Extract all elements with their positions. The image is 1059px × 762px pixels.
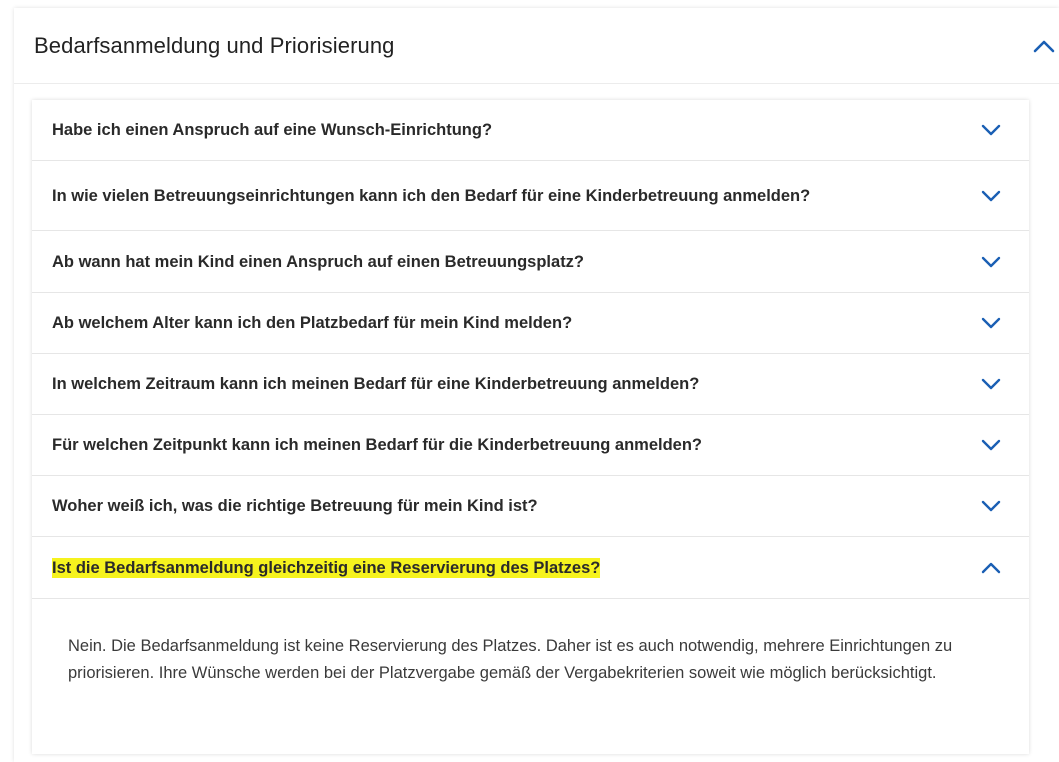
faq-item-alter[interactable]: Ab welchem Alter kann ich den Platzbedar… — [32, 293, 1029, 354]
chevron-down-icon[interactable] — [979, 250, 1003, 274]
faq-item-anzahl-einrichtungen[interactable]: In wie vielen Betreuungseinrichtungen ka… — [32, 161, 1029, 231]
chevron-down-icon[interactable] — [979, 311, 1003, 335]
faq-answer: Nein. Die Bedarfsanmeldung ist keine Res… — [68, 637, 953, 682]
faq-question: Für welchen Zeitpunkt kann ich meinen Be… — [52, 436, 703, 454]
faq-item-wunsch-einrichtung[interactable]: Habe ich einen Anspruch auf eine Wunsch-… — [32, 100, 1029, 161]
faq-page: Bedarfsanmeldung und Priorisierung Habe … — [0, 0, 1059, 762]
faq-item-zeitraum[interactable]: In welchem Zeitraum kann ich meinen Beda… — [32, 354, 1029, 415]
faq-question: In welchem Zeitraum kann ich meinen Beda… — [52, 375, 700, 393]
faq-question: Habe ich einen Anspruch auf eine Wunsch-… — [52, 121, 493, 139]
chevron-down-icon[interactable] — [979, 372, 1003, 396]
faq-question: In wie vielen Betreuungseinrichtungen ka… — [52, 186, 811, 205]
chevron-down-icon[interactable] — [979, 118, 1003, 142]
faq-item-anspruch-betreuungsplatz[interactable]: Ab wann hat mein Kind einen Anspruch auf… — [32, 231, 1029, 293]
faq-question: Ist die Bedarfsanmeldung gleichzeitig ei… — [52, 557, 601, 578]
chevron-down-icon[interactable] — [979, 433, 1003, 457]
faq-item-zeitpunkt[interactable]: Für welchen Zeitpunkt kann ich meinen Be… — [32, 415, 1029, 476]
section-title: Bedarfsanmeldung und Priorisierung — [34, 32, 395, 58]
faq-question: Ab wann hat mein Kind einen Anspruch auf… — [52, 252, 585, 271]
chevron-up-icon[interactable] — [1029, 31, 1059, 61]
chevron-down-icon[interactable] — [979, 494, 1003, 518]
chevron-up-icon[interactable] — [979, 556, 1003, 580]
faq-item-reservierung[interactable]: Ist die Bedarfsanmeldung gleichzeitig ei… — [32, 537, 1029, 599]
section-header[interactable]: Bedarfsanmeldung und Priorisierung — [14, 8, 1059, 84]
chevron-down-icon[interactable] — [979, 184, 1003, 208]
faq-question: Ab welchem Alter kann ich den Platzbedar… — [52, 314, 573, 332]
faq-list: Habe ich einen Anspruch auf eine Wunsch-… — [32, 100, 1029, 754]
faq-item-richtige-betreuung[interactable]: Woher weiß ich, was die richtige Betreuu… — [32, 476, 1029, 537]
faq-question: Woher weiß ich, was die richtige Betreuu… — [52, 497, 538, 515]
